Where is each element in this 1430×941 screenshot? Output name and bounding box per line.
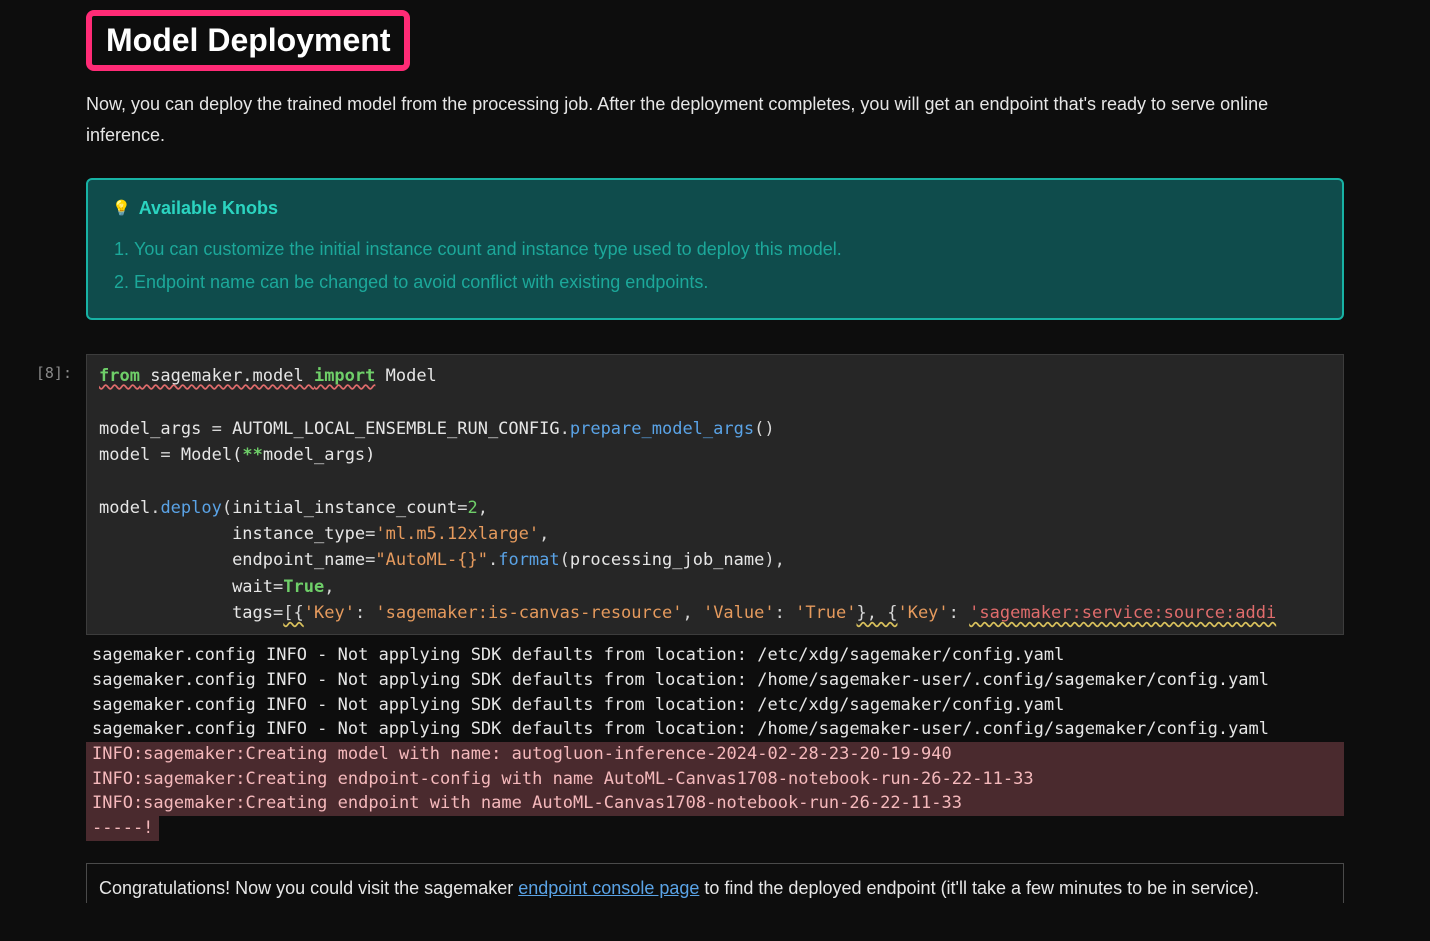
code-token: . <box>488 550 498 570</box>
page: Model Deployment Now, you can deploy the… <box>0 0 1430 903</box>
code-token: processing_job_name <box>570 550 764 570</box>
code-token: model <box>99 445 160 465</box>
code-token: 'ml.m5.12xlarge' <box>375 524 539 544</box>
output-tail-row: -----! <box>86 816 1344 841</box>
code-token: : <box>355 603 375 623</box>
callout-item-2: Endpoint name can be changed to avoid co… <box>134 266 1318 298</box>
code-token: import <box>314 366 375 386</box>
code-token: Model <box>375 366 436 386</box>
code-token <box>99 577 232 597</box>
output-progress: -----! <box>86 816 159 841</box>
output-error-line: INFO:sagemaker:Creating endpoint-config … <box>86 767 1344 792</box>
lightbulb-icon: 💡 <box>112 201 131 216</box>
code-token: model_args <box>99 419 212 439</box>
output-error-line: INFO:sagemaker:Creating model with name:… <box>86 742 1344 767</box>
code-token: deploy <box>160 498 221 518</box>
output-line: sagemaker.config INFO - Not applying SDK… <box>86 693 1344 718</box>
code-token: prepare_model_args <box>570 419 754 439</box>
code-token <box>99 524 232 544</box>
code-token: 'Key' <box>304 603 355 623</box>
code-token: endpoint_name <box>232 550 365 570</box>
code-token: 'sagemaker:service:source:addi <box>969 603 1276 623</box>
code-token: AUTOML_LOCAL_ENSEMBLE_RUN_CONFIG <box>222 419 560 439</box>
code-token: sagemaker.model <box>140 366 314 386</box>
code-token: = <box>365 550 375 570</box>
congrats-text-before: Congratulations! Now you could visit the… <box>99 878 518 898</box>
code-token: initial_instance_count <box>232 498 457 518</box>
code-token: = <box>273 603 283 623</box>
callout-title-row: 💡 Available Knobs <box>112 198 1318 219</box>
intro-paragraph: Now, you can deploy the trained model fr… <box>86 89 1344 150</box>
code-token: wait <box>232 577 273 597</box>
code-token: 'sagemaker:is-canvas-resource' <box>375 603 682 623</box>
code-token: model_args) <box>263 445 376 465</box>
code-token: = <box>457 498 467 518</box>
code-token <box>99 603 232 623</box>
cell-output: sagemaker.config INFO - Not applying SDK… <box>86 635 1344 840</box>
code-token: instance_type <box>232 524 365 544</box>
code-token: , <box>478 498 488 518</box>
code-token: , <box>539 524 549 544</box>
code-token: = <box>212 419 222 439</box>
code-token: = <box>273 577 283 597</box>
output-line: sagemaker.config INFO - Not applying SDK… <box>86 668 1344 693</box>
output-error-line: INFO:sagemaker:Creating endpoint with na… <box>86 791 1344 816</box>
code-token: model <box>99 498 150 518</box>
endpoint-console-link[interactable]: endpoint console page <box>518 878 699 898</box>
code-cell-row: [8]: from sagemaker.model import Model m… <box>0 354 1430 635</box>
code-token: Model( <box>171 445 243 465</box>
code-token: tags <box>232 603 273 623</box>
callout-list: You can customize the initial instance c… <box>134 233 1318 298</box>
code-token: . <box>150 498 160 518</box>
code-token: : <box>775 603 795 623</box>
congrats-text-after: to find the deployed endpoint (it'll tak… <box>699 878 1259 898</box>
code-token: = <box>160 445 170 465</box>
heading-highlight-box: Model Deployment <box>86 10 410 71</box>
code-editor[interactable]: from sagemaker.model import Model model_… <box>86 354 1344 635</box>
code-token: 'True' <box>795 603 856 623</box>
code-token: , <box>682 603 702 623</box>
code-token: . <box>560 419 570 439</box>
code-token: 'Key' <box>897 603 948 623</box>
code-token: , <box>324 577 334 597</box>
code-token: }, { <box>857 603 898 623</box>
code-token: ), <box>764 550 784 570</box>
congrats-box: Congratulations! Now you could visit the… <box>86 863 1344 904</box>
section-heading: Model Deployment <box>106 22 390 59</box>
code-token: ( <box>222 498 232 518</box>
content-column: Model Deployment Now, you can deploy the… <box>86 10 1344 320</box>
available-knobs-callout: 💡 Available Knobs You can customize the … <box>86 178 1344 320</box>
code-token: ** <box>242 445 262 465</box>
output-line: sagemaker.config INFO - Not applying SDK… <box>86 643 1344 668</box>
cell-prompt: [8]: <box>0 354 86 382</box>
code-token: "AutoML-{}" <box>375 550 488 570</box>
output-line: sagemaker.config INFO - Not applying SDK… <box>86 717 1344 742</box>
code-token: 'Value' <box>703 603 775 623</box>
code-token: True <box>283 577 324 597</box>
code-token: 2 <box>468 498 478 518</box>
code-token: ( <box>560 550 570 570</box>
callout-title: Available Knobs <box>139 198 278 219</box>
code-token: = <box>365 524 375 544</box>
code-token: from <box>99 366 140 386</box>
code-token: : <box>949 603 969 623</box>
callout-item-1: You can customize the initial instance c… <box>134 233 1318 265</box>
code-token: format <box>498 550 559 570</box>
code-token <box>99 550 232 570</box>
code-token: () <box>754 419 774 439</box>
code-token: [{ <box>283 603 303 623</box>
